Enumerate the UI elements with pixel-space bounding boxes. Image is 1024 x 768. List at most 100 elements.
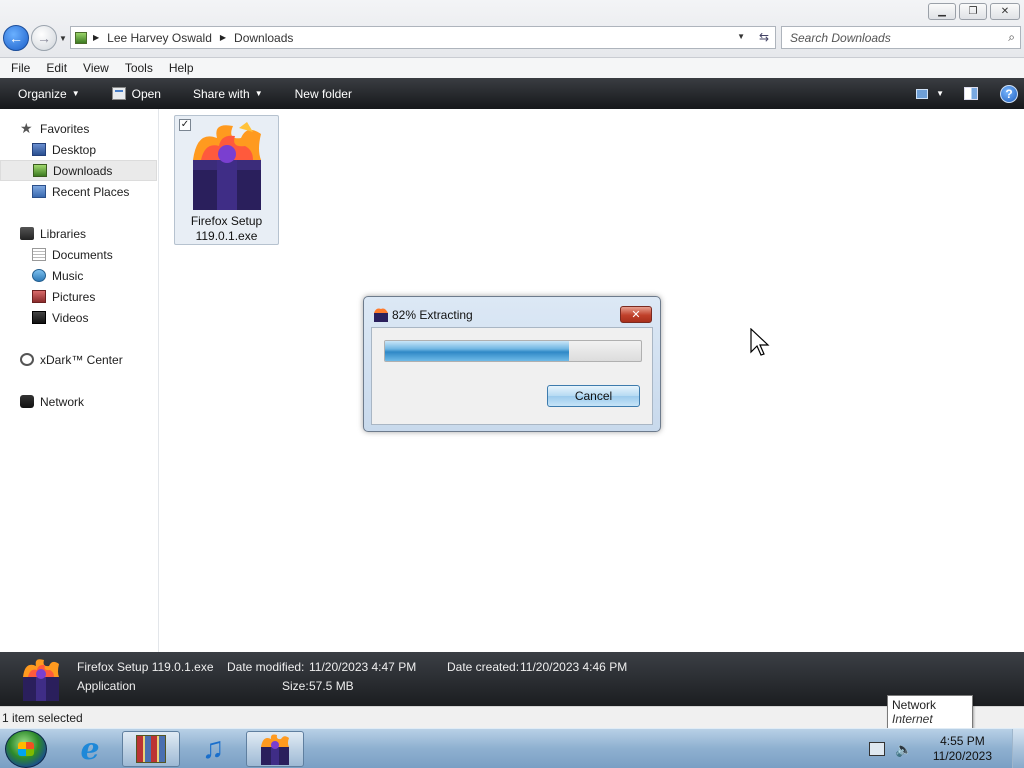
- share-with-label: Share with: [192, 86, 250, 101]
- cancel-button[interactable]: Cancel: [547, 385, 640, 407]
- show-desktop-button[interactable]: [1012, 729, 1024, 768]
- mouse-cursor-icon: [750, 328, 770, 356]
- pictures-icon: [32, 290, 46, 303]
- nav-pictures[interactable]: Pictures: [0, 286, 157, 307]
- command-bar: Organize ▼ Open Share with ▼ New folder …: [0, 78, 1024, 109]
- recent-pages-dropdown[interactable]: ▼: [59, 34, 67, 43]
- itunes-taskbar-button[interactable]: ♫: [184, 731, 242, 767]
- nav-libraries[interactable]: Libraries: [0, 223, 157, 244]
- volume-icon[interactable]: 🔈: [895, 741, 912, 758]
- network-icon: [20, 395, 34, 408]
- folder-icon: [75, 31, 87, 44]
- clock-time: 4:55 PM: [940, 734, 985, 748]
- network-tooltip: Network Internet access: [887, 695, 973, 740]
- nav-recent-places[interactable]: Recent Places: [0, 181, 157, 202]
- menu-tools[interactable]: Tools: [117, 61, 161, 75]
- chevron-down-icon: ▼: [254, 89, 263, 98]
- system-tray: 🔈 4:55 PM 11/20/2023: [869, 729, 1024, 768]
- menu-edit[interactable]: Edit: [38, 61, 75, 75]
- breadcrumb-downloads[interactable]: Downloads: [234, 31, 293, 45]
- nav-label: Pictures: [52, 289, 96, 304]
- dialog-body: Cancel: [371, 327, 653, 425]
- address-bar[interactable]: ▶ Lee Harvey Oswald ▶ Downloads ▼ ⇆: [70, 26, 776, 49]
- help-icon[interactable]: ?: [1000, 84, 1018, 103]
- tooltip-title: Network: [892, 698, 937, 712]
- nav-label: Music: [52, 268, 84, 283]
- new-folder-button[interactable]: New folder: [295, 87, 352, 101]
- window-controls: ▁ ❐ ✕: [928, 3, 1020, 20]
- breadcrumb-separator[interactable]: ▶: [93, 33, 99, 42]
- downloads-icon: [33, 164, 47, 177]
- nav-videos[interactable]: Videos: [0, 307, 157, 328]
- nav-xdark-center[interactable]: xDark™ Center: [0, 349, 157, 370]
- firefox-setup-taskbar-button[interactable]: [246, 731, 304, 767]
- nav-label: Videos: [52, 310, 89, 325]
- nav-label: Network: [40, 394, 85, 409]
- menu-bar: File Edit View Tools Help: [0, 58, 1024, 78]
- new-folder-label: New folder: [294, 86, 352, 101]
- file-name[interactable]: Firefox Setup 119.0.1.exe: [175, 214, 278, 244]
- nav-label: Desktop: [52, 142, 97, 157]
- progress-fill: [385, 341, 570, 361]
- nav-desktop[interactable]: Desktop: [0, 139, 157, 160]
- share-with-button[interactable]: Share with ▼: [193, 87, 263, 101]
- nav-music[interactable]: Music: [0, 265, 157, 286]
- internet-explorer-icon: e: [80, 731, 100, 767]
- search-box[interactable]: Search Downloads ⌕: [781, 26, 1021, 49]
- start-button[interactable]: [5, 730, 47, 768]
- details-file-name: Firefox Setup 119.0.1.exe: [77, 660, 214, 674]
- menu-view[interactable]: View: [75, 61, 117, 75]
- menu-file[interactable]: File: [3, 61, 38, 75]
- documents-icon: [32, 248, 46, 261]
- back-button[interactable]: ←: [3, 25, 29, 51]
- nav-documents[interactable]: Documents: [0, 244, 157, 265]
- firefox-installer-icon: [193, 122, 261, 210]
- menu-help[interactable]: Help: [161, 61, 202, 75]
- nav-downloads[interactable]: Downloads: [0, 160, 157, 181]
- breadcrumb-user[interactable]: Lee Harvey Oswald: [107, 31, 212, 45]
- search-placeholder[interactable]: Search Downloads: [790, 31, 891, 45]
- refresh-icon[interactable]: ⇆: [759, 30, 769, 44]
- command-bar-right: ▼ ?: [916, 78, 1024, 109]
- winrar-icon: [136, 735, 166, 763]
- close-button[interactable]: ✕: [990, 3, 1020, 20]
- open-label: Open: [131, 86, 161, 101]
- details-file-type: Application: [77, 679, 136, 693]
- nav-favorites[interactable]: ★ Favorites: [0, 118, 157, 139]
- nav-label: Documents: [52, 247, 113, 262]
- size-label: Size:: [282, 679, 309, 693]
- address-dropdown-icon[interactable]: ▼: [737, 32, 745, 41]
- clock-date: 11/20/2023: [932, 749, 992, 763]
- maximize-button[interactable]: ❐: [959, 3, 987, 20]
- taskbar: e ♫ 🔈 4:55 PM 11/20/2023: [0, 728, 1024, 768]
- minimize-button[interactable]: ▁: [928, 3, 956, 20]
- network-tray-icon[interactable]: [869, 742, 886, 756]
- change-view-icon[interactable]: [916, 88, 929, 99]
- breadcrumb-separator[interactable]: ▶: [220, 33, 226, 42]
- nav-label: Libraries: [40, 226, 87, 241]
- selection-count: 1 item selected: [2, 710, 83, 725]
- title-bar: ▁ ❐ ✕ ← → ▼ ▶ Lee Harvey Oswald ▶ Downlo…: [0, 0, 1024, 58]
- nav-label: Downloads: [53, 163, 113, 178]
- libraries-icon: [20, 227, 34, 240]
- file-item[interactable]: ✓ Firefox Setup 119.0.1.exe: [174, 115, 279, 245]
- date-created-label: Date created:: [447, 660, 520, 674]
- clock[interactable]: 4:55 PM 11/20/2023: [933, 734, 992, 764]
- preview-pane-icon[interactable]: [964, 87, 978, 100]
- forward-button[interactable]: →: [31, 25, 57, 51]
- open-icon: [111, 87, 126, 100]
- star-icon: ★: [20, 120, 33, 136]
- view-options-chevron-icon[interactable]: ▼: [936, 89, 944, 98]
- details-pane: Firefox Setup 119.0.1.exe Application Da…: [0, 652, 1024, 706]
- archive-taskbar-button[interactable]: [122, 731, 180, 767]
- nav-network[interactable]: Network: [0, 391, 157, 412]
- desktop-icon: [32, 143, 46, 156]
- dialog-close-button[interactable]: ✕: [620, 306, 652, 323]
- open-button[interactable]: Open: [111, 86, 161, 101]
- nav-label: Recent Places: [52, 184, 130, 199]
- organize-button[interactable]: Organize ▼: [18, 87, 80, 101]
- search-icon[interactable]: ⌕: [1008, 30, 1015, 45]
- internet-explorer-taskbar-button[interactable]: e: [61, 731, 119, 767]
- nav-label: Favorites: [40, 121, 90, 136]
- navigation-pane: ★ Favorites Desktop Downloads Recent Pla…: [0, 109, 159, 652]
